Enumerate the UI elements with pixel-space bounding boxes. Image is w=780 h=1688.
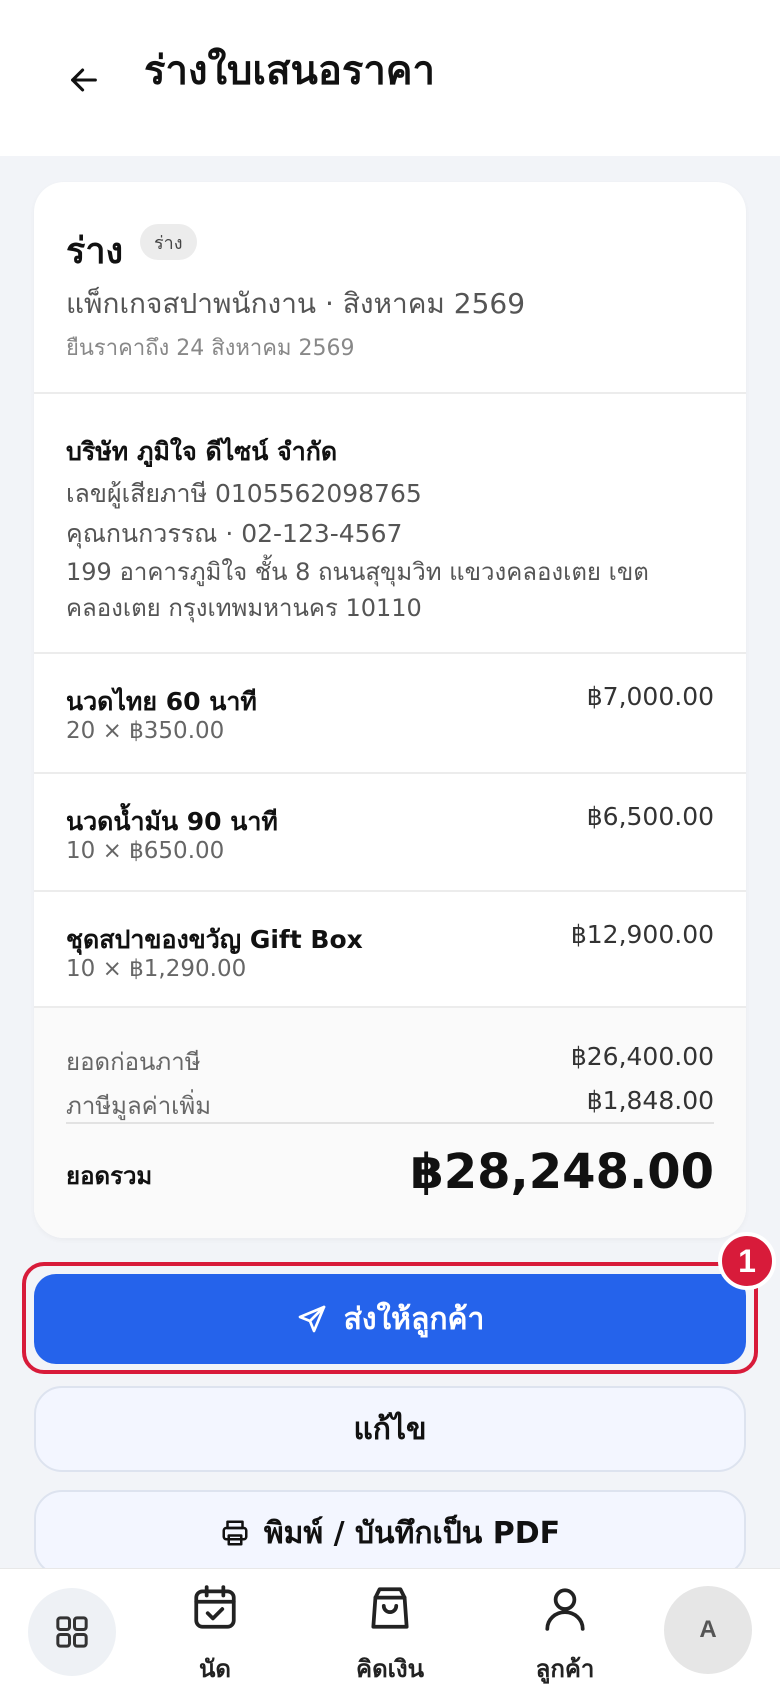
send-to-customer-button[interactable]: ส่งให้ลูกค้า [34, 1274, 746, 1364]
print-pdf-button[interactable]: พิมพ์ / บันทึกเป็น PDF [34, 1490, 746, 1576]
customer-contact: คุณกนกวรรณ · 02-123-4567 [66, 519, 403, 548]
line-item: นวดน้ำมัน 90 นาที 10 × ฿650.00 ฿6,500.00 [34, 774, 746, 892]
subtotal-label: ยอดก่อนภาษี [66, 1048, 201, 1076]
avatar[interactable]: A [664, 1586, 752, 1674]
vat-value: ฿1,848.00 [586, 1086, 714, 1115]
grand-total-label: ยอดรวม [66, 1162, 153, 1190]
item-amount: ฿6,500.00 [586, 802, 714, 831]
print-button-label: พิมพ์ / บันทึกเป็น PDF [263, 1515, 561, 1551]
customer-address-line2: คลองเตย กรุงเทพมหานคร 10110 [66, 594, 422, 622]
item-quantity: 10 × ฿650.00 [66, 838, 225, 864]
totals-section: ยอดก่อนภาษี ฿26,400.00 ภาษีมูลค่าเพิ่ม ฿… [34, 1008, 746, 1238]
status-badge: ร่าง [140, 224, 197, 260]
line-item: ชุดสปาของขวัญ Gift Box 10 × ฿1,290.00 ฿1… [34, 892, 746, 1010]
page-title: ร่างใบเสนอราคา [144, 48, 436, 94]
item-name: นวดน้ำมัน 90 นาที [66, 807, 278, 836]
grid-icon [56, 1616, 88, 1648]
apps-menu-button[interactable] [28, 1588, 116, 1676]
nav-label-billing: คิดเงิน [356, 1655, 424, 1683]
quote-card: ร่าง ร่าง แพ็กเกจสปาพนักงาน · สิงหาคม 25… [34, 182, 746, 1238]
divider [34, 392, 746, 394]
nav-item-billing[interactable]: คิดเงิน [335, 1583, 445, 1683]
app-header: ร่างใบเสนอราคา [0, 0, 780, 156]
quote-status-title: ร่าง [66, 231, 124, 272]
customer-name: บริษัท ภูมิใจ ดีไซน์ จำกัด [66, 437, 338, 466]
send-icon [298, 1305, 325, 1333]
back-button[interactable] [60, 56, 108, 104]
shopping-bag-icon [371, 1587, 409, 1629]
edit-button-label: แก้ไข [353, 1411, 427, 1447]
vat-label: ภาษีมูลค่าเพิ่ม [66, 1092, 212, 1120]
arrow-left-icon [71, 68, 97, 92]
bottom-navigation: นัด คิดเงิน ลูกค้า [0, 1568, 780, 1688]
customer-tax-id: เลขผู้เสียภาษี 0105562098765 [66, 479, 422, 508]
nav-item-appointments[interactable]: นัด [160, 1583, 270, 1683]
item-quantity: 10 × ฿1,290.00 [66, 956, 247, 982]
user-icon [545, 1588, 585, 1631]
item-name: นวดไทย 60 นาที [66, 687, 257, 716]
nav-label-customers: ลูกค้า [535, 1655, 595, 1683]
line-item: นวดไทย 60 นาที 20 × ฿350.00 ฿7,000.00 [34, 654, 746, 772]
divider [66, 1122, 714, 1124]
item-amount: ฿12,900.00 [570, 920, 714, 949]
subtotal-value: ฿26,400.00 [570, 1042, 714, 1071]
send-button-label: ส่งให้ลูกค้า [343, 1301, 485, 1337]
calendar-check-icon [194, 1585, 236, 1629]
quote-valid-until: ยืนราคาถึง 24 สิงหาคม 2569 [66, 336, 355, 361]
quote-subtitle: แพ็กเกจสปาพนักงาน · สิงหาคม 2569 [66, 287, 526, 320]
nav-item-customers[interactable]: ลูกค้า [510, 1583, 620, 1683]
printer-icon [222, 1520, 248, 1546]
grand-total-value: ฿28,248.00 [410, 1144, 714, 1200]
item-name: ชุดสปาของขวัญ Gift Box [66, 925, 363, 954]
edit-button[interactable]: แก้ไข [34, 1386, 746, 1472]
customer-address-line1: 199 อาคารภูมิใจ ชั้น 8 ถนนสุขุมวิท แขวงค… [66, 558, 649, 586]
step-number-badge: 1 [718, 1232, 776, 1290]
item-amount: ฿7,000.00 [586, 682, 714, 711]
item-quantity: 20 × ฿350.00 [66, 718, 225, 744]
nav-label-appointments: นัด [199, 1655, 231, 1683]
